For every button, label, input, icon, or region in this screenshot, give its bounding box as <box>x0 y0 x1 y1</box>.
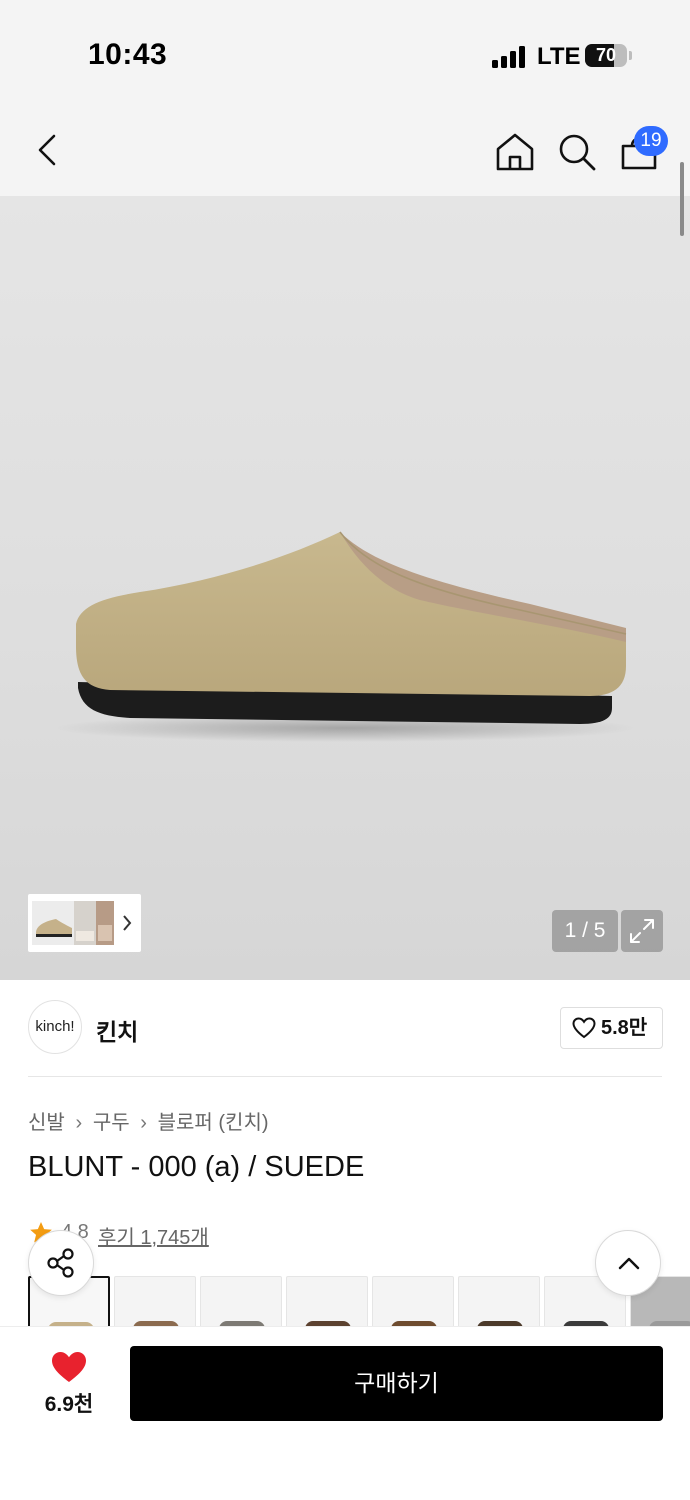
product-shoe-illustration <box>55 531 635 742</box>
heart-outline-icon <box>572 1017 596 1039</box>
product-title: BLUNT - 000 (a) / SUEDE <box>28 1151 365 1183</box>
option-tile[interactable] <box>458 1276 540 1326</box>
chevron-right-icon[interactable] <box>120 913 134 933</box>
thumbnail-image[interactable] <box>96 901 114 945</box>
brand-like-count: 5.8만 <box>601 1017 648 1039</box>
image-counter: 1 / 5 <box>552 910 618 952</box>
share-button[interactable] <box>28 1230 94 1296</box>
wishlist-heart-icon[interactable] <box>50 1350 88 1384</box>
battery-icon: 70 <box>585 44 627 67</box>
battery-level: 70 <box>595 45 617 65</box>
expand-button[interactable] <box>621 910 663 952</box>
scroll-indicator[interactable] <box>680 162 684 236</box>
cart-count-badge: 19 <box>634 126 668 156</box>
share-icon <box>47 1248 74 1278</box>
buy-button[interactable]: 구매하기 <box>130 1346 663 1421</box>
option-tile[interactable] <box>286 1276 368 1326</box>
breadcrumb-separator-icon: › <box>75 1112 83 1134</box>
breadcrumb: 신발 › 구두 › 블로퍼 (킨치) <box>28 1106 269 1135</box>
thumbnail-strip[interactable] <box>28 894 141 952</box>
back-arrow-icon[interactable] <box>26 128 70 172</box>
scroll-to-top-button[interactable] <box>595 1230 661 1296</box>
battery-cap <box>629 51 632 60</box>
breadcrumb-item[interactable]: 구두 <box>93 1112 130 1134</box>
breadcrumb-separator-icon: › <box>140 1112 147 1134</box>
network-type: LTE <box>537 43 581 70</box>
product-image[interactable] <box>0 196 690 980</box>
brand-name[interactable]: 킨치 <box>96 1013 138 1047</box>
breadcrumb-item[interactable]: 블로퍼 (킨치) <box>158 1112 269 1134</box>
review-count-link[interactable]: 후기 1,745개 <box>98 1221 209 1250</box>
status-time: 10:43 <box>88 38 168 71</box>
status-bar: 10:43 LTE 70 <box>0 0 690 110</box>
brand-logo[interactable]: kinch! <box>28 1000 82 1054</box>
chevron-up-icon <box>618 1257 640 1270</box>
option-tile[interactable] <box>200 1276 282 1326</box>
signal-strength-icon <box>492 46 526 68</box>
home-icon[interactable] <box>493 130 537 174</box>
breadcrumb-item[interactable]: 신발 <box>28 1112 65 1134</box>
option-tile[interactable] <box>114 1276 196 1326</box>
divider <box>28 1076 662 1077</box>
option-tile[interactable] <box>372 1276 454 1326</box>
wishlist-count: 6.9천 <box>44 1393 94 1416</box>
expand-icon <box>630 919 654 943</box>
thumbnail-image[interactable] <box>74 901 96 945</box>
thumbnail-image[interactable] <box>32 901 74 945</box>
brand-like-button[interactable]: 5.8만 <box>560 1007 663 1049</box>
search-icon[interactable] <box>555 130 599 174</box>
color-options <box>28 1276 690 1326</box>
